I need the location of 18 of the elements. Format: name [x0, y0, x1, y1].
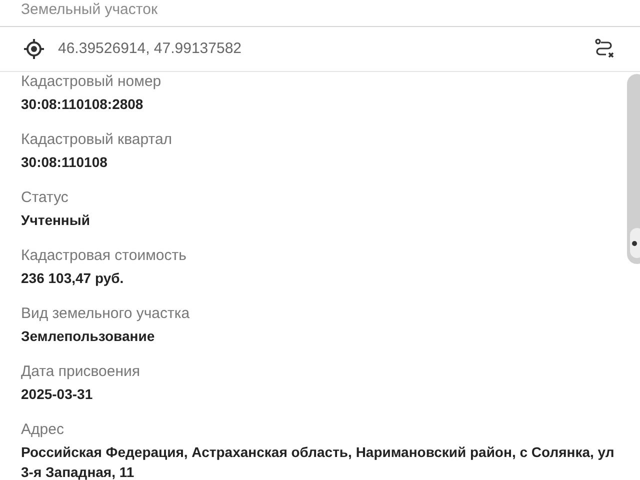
- location-target-icon[interactable]: [23, 38, 45, 60]
- route-icon[interactable]: [594, 38, 616, 60]
- field-value: 2025-03-31: [21, 385, 94, 404]
- field-label: Адрес: [21, 420, 64, 440]
- coordinates-text: 46.39526914, 47.99137582: [58, 38, 242, 59]
- field-label: Кадастровая стоимость: [21, 246, 186, 266]
- field-value: 30:08:110108: [21, 153, 108, 172]
- field-label: Кадастровый номер: [21, 72, 162, 92]
- field-label: Статус: [21, 188, 68, 208]
- field-label: Вид земельного участка: [21, 304, 190, 324]
- field-value: Российская Федерация, Астраханская область, Наримановский район, с Солянка, ул 3-я Западная, 11: [21, 443, 616, 480]
- header-title: Земельный участок: [21, 1, 158, 18]
- field-label: Дата присвоения: [21, 362, 140, 382]
- field-label: Кадастровый квартал: [21, 130, 172, 150]
- field-value: Землепользование: [21, 327, 156, 346]
- field-value: Учтенный: [21, 211, 91, 230]
- field-value: 30:08:110108:2808: [21, 95, 144, 114]
- field-value: 236 103,47 руб.: [21, 269, 125, 288]
